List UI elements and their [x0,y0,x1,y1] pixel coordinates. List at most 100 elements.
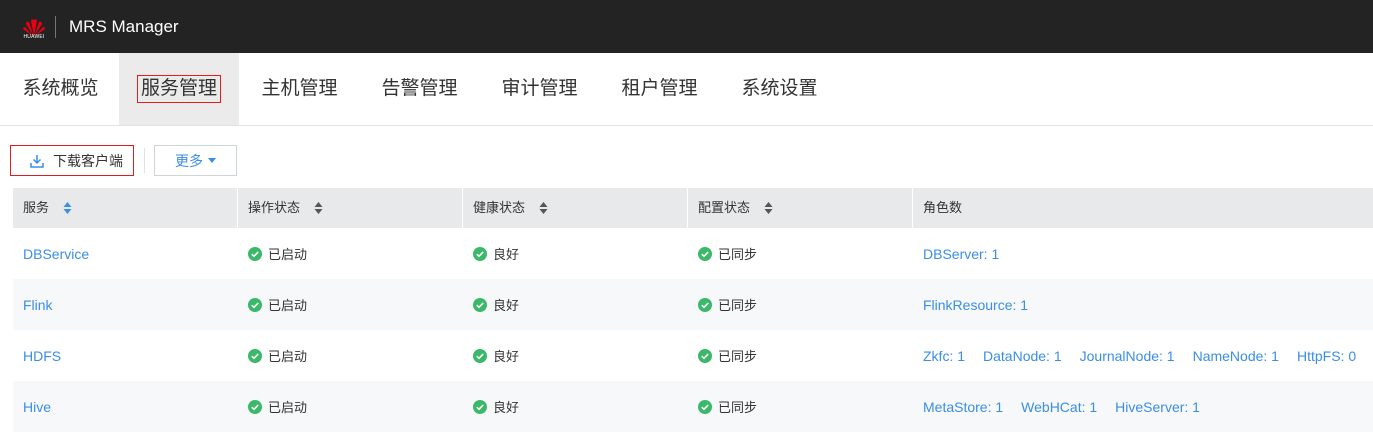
status-text: 已启动 [268,298,308,313]
status-indicator: 已启动 [248,397,307,416]
cell-config-status: 已同步 [688,346,913,365]
status-indicator: 已启动 [248,244,307,263]
header-divider [55,16,56,38]
nav-label: 系统设置 [741,78,818,99]
col-roles: 角色数 [913,188,1373,228]
main-nav: 系统概览 服务管理 主机管理 告警管理 审计管理 租户管理 系统设置 [0,53,1373,126]
check-circle-icon [698,246,712,261]
status-text: 已同步 [718,349,758,364]
status-text: 已同步 [718,298,758,313]
sort-icon[interactable] [314,201,323,215]
service-link[interactable]: Flink [23,297,53,313]
sort-icon[interactable] [63,201,72,215]
download-client-button[interactable]: 下载客户端 [10,145,134,176]
service-link[interactable]: DBService [23,246,89,262]
nav-system-overview[interactable]: 系统概览 [13,53,108,125]
sort-icon[interactable] [539,201,548,215]
col-service[interactable]: 服务 [13,188,238,228]
cell-health-status: 良好 [463,397,688,416]
col-health-status[interactable]: 健康状态 [463,188,688,228]
role-link[interactable]: WebHCat: 1 [1021,399,1097,415]
nav-service-management[interactable]: 服务管理 [119,53,239,125]
check-circle-icon [248,246,262,261]
logo-text: HUAWEI [23,34,45,40]
role-link[interactable]: HiveServer: 1 [1115,399,1200,415]
role-link[interactable]: DataNode: 1 [983,348,1062,364]
cell-health-status: 良好 [463,244,688,263]
role-link[interactable]: FlinkResource: 1 [923,297,1028,313]
status-indicator: 良好 [473,295,519,314]
col-config-status[interactable]: 配置状态 [688,188,913,228]
table-body: DBService 已启动 良好 已同步 DBServer: 1 Flink 已启动 良好 已同… [13,228,1373,432]
cell-config-status: 已同步 [688,295,913,314]
nav-label: 告警管理 [381,78,458,99]
role-link[interactable]: DBServer: 1 [923,246,999,262]
col-label: 角色数 [923,200,963,215]
role-link[interactable]: JournalNode: 1 [1080,348,1175,364]
more-dropdown-button[interactable]: 更多 [154,145,237,176]
col-label: 配置状态 [698,200,751,215]
status-indicator: 已同步 [698,397,757,416]
status-text: 良好 [493,400,520,415]
nav-host-management[interactable]: 主机管理 [252,53,347,125]
top-bar: HUAWEI MRS Manager [0,0,1373,53]
cell-operation-status: 已启动 [238,244,463,263]
table-header: 服务 操作状态 健康状态 配置状态 角色数 [13,188,1373,228]
nav-system-settings[interactable]: 系统设置 [732,53,827,125]
col-label: 健康状态 [473,200,526,215]
check-circle-icon [248,399,262,414]
more-label: 更多 [175,152,203,169]
table-row: DBService 已启动 良好 已同步 DBServer: 1 [13,228,1373,279]
cell-roles: MetaStore: 1 WebHCat: 1 HiveServer: 1 [913,399,1373,415]
app-title: MRS Manager [69,17,179,36]
toolbar-divider [144,148,145,173]
nav-tenant-management[interactable]: 租户管理 [612,53,707,125]
cell-service: HDFS [13,348,238,364]
table-row: Flink 已启动 良好 已同步 FlinkResource: 1 [13,279,1373,330]
cell-config-status: 已同步 [688,244,913,263]
check-circle-icon [248,297,262,312]
sort-icon[interactable] [764,201,773,215]
nav-label: 审计管理 [501,78,578,99]
check-circle-icon [698,348,712,363]
cell-operation-status: 已启动 [238,346,463,365]
status-text: 良好 [493,349,520,364]
status-text: 已启动 [268,349,308,364]
status-text: 良好 [493,298,520,313]
role-link[interactable]: Zkfc: 1 [923,348,965,364]
check-circle-icon [698,399,712,414]
status-indicator: 已同步 [698,295,757,314]
check-circle-icon [473,399,487,414]
cell-operation-status: 已启动 [238,397,463,416]
status-indicator: 良好 [473,346,519,365]
col-operation-status[interactable]: 操作状态 [238,188,463,228]
service-link[interactable]: Hive [23,399,51,415]
role-link[interactable]: NameNode: 1 [1193,348,1279,364]
caret-down-icon [208,158,216,163]
cell-roles: Zkfc: 1 DataNode: 1 JournalNode: 1 NameNode… [913,348,1373,364]
role-link[interactable]: MetaStore: 1 [923,399,1003,415]
status-indicator: 已同步 [698,244,757,263]
cell-health-status: 良好 [463,346,688,365]
nav-label: 主机管理 [261,78,338,99]
nav-audit-management[interactable]: 审计管理 [492,53,587,125]
nav-alarm-management[interactable]: 告警管理 [372,53,467,125]
check-circle-icon [473,348,487,363]
table-row: HDFS 已启动 良好 已同步 Zkfc: 1 DataNode: 1 JournalNod… [13,330,1373,381]
table-row: Hive 已启动 良好 已同步 MetaStore: 1 WebHCat: 1 HiveSe… [13,381,1373,432]
status-indicator: 良好 [473,244,519,263]
cell-health-status: 良好 [463,295,688,314]
status-indicator: 已启动 [248,295,307,314]
service-link[interactable]: HDFS [23,348,61,364]
role-link[interactable]: HttpFS: 0 [1297,348,1356,364]
check-circle-icon [698,297,712,312]
cell-operation-status: 已启动 [238,295,463,314]
nav-label: 系统概览 [22,78,99,99]
services-table: 服务 操作状态 健康状态 配置状态 角色数 DBService 已启动 良好 已… [13,188,1373,432]
nav-label: 服务管理 [136,75,221,103]
cell-roles: FlinkResource: 1 [913,297,1373,313]
status-indicator: 已启动 [248,346,307,365]
status-text: 已启动 [268,247,308,262]
status-text: 已同步 [718,400,758,415]
cell-config-status: 已同步 [688,397,913,416]
